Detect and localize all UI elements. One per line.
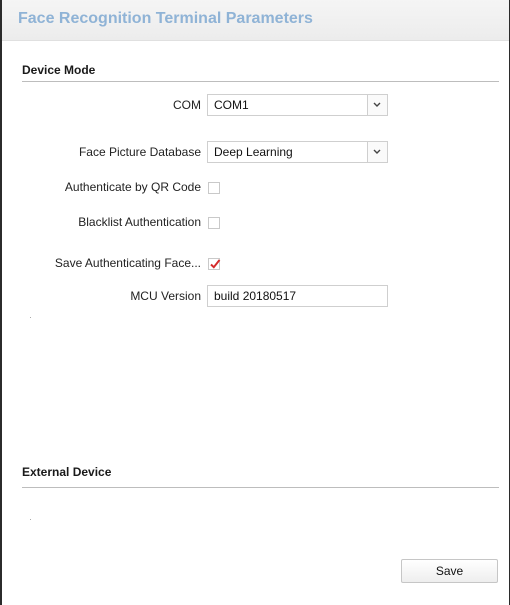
section-title-device-mode: Device Mode	[22, 63, 96, 77]
section-divider	[22, 81, 499, 82]
face-picture-database-dropdown-button[interactable]	[367, 142, 387, 162]
mcu-version-field[interactable]: build 20180517	[207, 285, 388, 307]
divider-dot	[30, 519, 31, 520]
authenticate-by-qr-code-checkbox[interactable]	[208, 182, 220, 194]
authenticate-by-qr-code-label: Authenticate by QR Code	[64, 180, 201, 194]
save-authenticating-face-checkbox[interactable]	[208, 258, 221, 270]
save-button[interactable]: Save	[401, 559, 498, 583]
blacklist-authentication-label: Blacklist Authentication	[78, 215, 201, 229]
com-select[interactable]: COM1	[207, 94, 388, 116]
divider-dot	[30, 317, 31, 318]
panel-header: Face Recognition Terminal Parameters	[2, 0, 509, 41]
com-select-value: COM1	[214, 98, 249, 112]
page-title: Face Recognition Terminal Parameters	[18, 10, 313, 27]
checkmark-icon	[210, 259, 221, 269]
com-dropdown-button[interactable]	[367, 95, 387, 115]
save-authenticating-face-label: Save Authenticating Face...	[54, 256, 201, 270]
section-title-external-device: External Device	[22, 465, 112, 479]
chevron-down-icon	[373, 149, 381, 154]
chevron-down-icon	[373, 102, 381, 107]
mcu-version-label: MCU Version	[130, 289, 201, 303]
blacklist-authentication-checkbox[interactable]	[208, 217, 220, 229]
face-picture-database-select[interactable]: Deep Learning	[207, 141, 388, 163]
face-picture-database-label: Face Picture Database	[78, 145, 201, 159]
face-picture-database-value: Deep Learning	[214, 145, 293, 159]
section-divider	[22, 487, 499, 488]
com-label: COM	[173, 98, 201, 112]
